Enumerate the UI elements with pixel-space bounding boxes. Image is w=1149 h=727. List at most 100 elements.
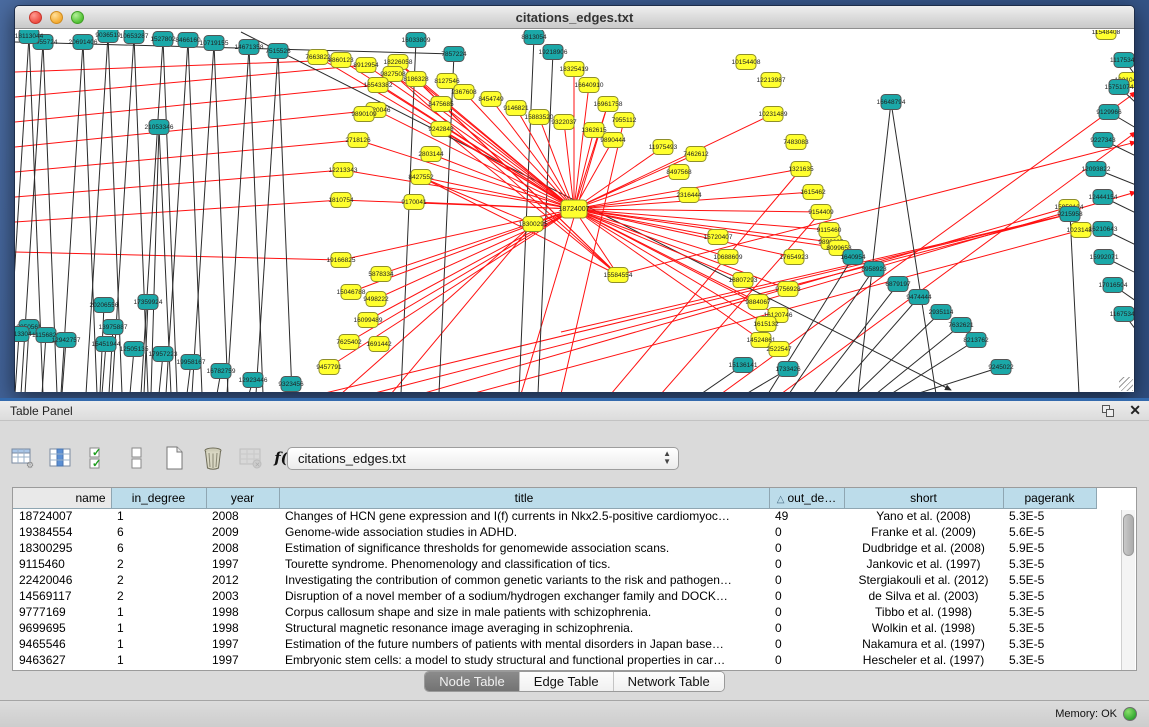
graph-node[interactable]: 8213762 bbox=[963, 333, 989, 348]
table-scrollbar[interactable] bbox=[1121, 510, 1135, 670]
tab-edge-table[interactable]: Edge Table bbox=[519, 672, 613, 691]
graph-node[interactable]: 20206556 bbox=[90, 298, 119, 313]
table-row[interactable]: 946362711997Embryonic stem cells: a mode… bbox=[13, 652, 1096, 668]
graph-node[interactable]: 11975493 bbox=[649, 140, 678, 155]
graph-node[interactable]: 9884067 bbox=[745, 295, 771, 310]
graph-node[interactable]: 1691442 bbox=[366, 337, 392, 352]
graph-node[interactable]: 18807293 bbox=[729, 273, 758, 288]
graph-node[interactable]: 6879197 bbox=[885, 277, 911, 292]
graph-node[interactable]: 9498222 bbox=[363, 292, 389, 307]
graph-node[interactable]: 8186328 bbox=[403, 72, 429, 87]
graph-node[interactable]: 17957223 bbox=[149, 347, 178, 362]
column-header-year[interactable]: year bbox=[206, 488, 279, 508]
citation-network-graph[interactable]: 2405572418113044206914069036519106532871… bbox=[15, 30, 1134, 392]
graph-node[interactable]: 16782759 bbox=[207, 364, 236, 379]
table-row[interactable]: 1830029562008Estimation of significance … bbox=[13, 540, 1096, 556]
graph-node[interactable]: 8454749 bbox=[478, 92, 504, 107]
graph-node[interactable]: 10154408 bbox=[732, 55, 761, 70]
graph-node[interactable]: 9129966 bbox=[1096, 105, 1122, 120]
graph-node[interactable]: 7632621 bbox=[948, 318, 974, 333]
graph-node[interactable]: 16648794 bbox=[877, 95, 906, 110]
delete-table-icon[interactable]: ✕ bbox=[236, 444, 266, 472]
new-document-icon[interactable] bbox=[160, 444, 190, 472]
graph-node[interactable]: 2522547 bbox=[766, 342, 792, 357]
graph-node[interactable]: 1321635 bbox=[788, 162, 814, 177]
table-row[interactable]: 1938455462009Genome-wide association stu… bbox=[13, 524, 1096, 540]
graph-node[interactable]: 7462612 bbox=[683, 147, 709, 162]
graph-node[interactable]: 8497568 bbox=[666, 165, 692, 180]
graph-node[interactable]: 12942757 bbox=[52, 333, 81, 348]
column-header-pagerank[interactable]: pagerank bbox=[1003, 488, 1096, 508]
column-header-short[interactable]: short bbox=[844, 488, 1003, 508]
column-header-out_de[interactable]: △out_de… bbox=[769, 488, 844, 508]
graph-node[interactable]: 9245022 bbox=[988, 360, 1014, 375]
table-row[interactable]: 946554611997Estimation of the future num… bbox=[13, 636, 1096, 652]
graph-node-hub[interactable]: 18724007 bbox=[558, 200, 589, 218]
graph-node[interactable]: 10653287 bbox=[120, 30, 149, 44]
graph-node[interactable]: 15451944 bbox=[92, 337, 121, 352]
graph-node[interactable]: 9170041 bbox=[401, 195, 427, 210]
graph-node[interactable]: 2367608 bbox=[451, 85, 477, 100]
graph-node[interactable]: 9215958 bbox=[1057, 207, 1083, 222]
graph-node[interactable]: 10231489 bbox=[759, 107, 788, 122]
graph-node[interactable]: 9322037 bbox=[551, 115, 577, 130]
graph-node[interactable]: 18325419 bbox=[560, 62, 589, 77]
table-column-icon[interactable] bbox=[46, 444, 76, 472]
graph-node[interactable]: 7955112 bbox=[612, 113, 637, 128]
select-all-icon[interactable]: ✓✓ bbox=[84, 444, 114, 472]
table-scrollbar-thumb[interactable] bbox=[1123, 514, 1134, 556]
graph-node[interactable]: 9115460 bbox=[817, 223, 842, 238]
graph-node[interactable]: 9474444 bbox=[906, 290, 932, 305]
graph-node[interactable]: 17359924 bbox=[134, 295, 163, 310]
graph-node[interactable]: 8912954 bbox=[353, 58, 379, 73]
close-panel-icon[interactable]: ✕ bbox=[1129, 402, 1141, 419]
graph-node[interactable]: 13975887 bbox=[99, 320, 128, 335]
table-row[interactable]: 1872400712008Changes of HCN gene express… bbox=[13, 508, 1096, 524]
table-row[interactable]: 1456911722003Disruption of a novel membe… bbox=[13, 588, 1096, 604]
graph-node[interactable]: 20691406 bbox=[69, 35, 98, 50]
graph-node[interactable]: 9323456 bbox=[278, 377, 304, 392]
unselect-all-icon[interactable] bbox=[122, 444, 152, 472]
network-canvas[interactable]: 2405572418113044206914069036519106532871… bbox=[15, 30, 1134, 392]
resize-grip[interactable] bbox=[1119, 377, 1133, 391]
graph-node[interactable]: 2935114 bbox=[929, 305, 954, 320]
graph-node[interactable]: 16033809 bbox=[402, 33, 431, 48]
table-settings-icon[interactable]: ⚙ bbox=[8, 444, 38, 472]
graph-node[interactable]: 2803144 bbox=[418, 147, 444, 162]
graph-node[interactable]: 9036519 bbox=[95, 30, 121, 43]
graph-node[interactable]: 12093822 bbox=[1082, 162, 1111, 177]
tab-node-table[interactable]: Node Table bbox=[425, 672, 519, 691]
graph-node[interactable]: 2316444 bbox=[676, 188, 702, 203]
graph-node[interactable]: 9890109 bbox=[351, 107, 377, 122]
table-row[interactable]: 977716911998Corpus callosum shape and si… bbox=[13, 604, 1096, 620]
graph-node[interactable]: 17654923 bbox=[780, 250, 809, 265]
graph-node[interactable]: 8466160 bbox=[175, 33, 201, 48]
float-panel-icon[interactable] bbox=[1102, 405, 1115, 417]
graph-node[interactable]: 7857224 bbox=[441, 47, 467, 62]
tab-network-table[interactable]: Network Table bbox=[613, 672, 724, 691]
column-header-title[interactable]: title bbox=[279, 488, 769, 508]
graph-node[interactable]: 2718126 bbox=[345, 133, 371, 148]
graph-node[interactable]: 9457791 bbox=[316, 360, 342, 375]
graph-node[interactable]: 11175344 bbox=[1110, 53, 1134, 68]
table-selector-dropdown[interactable]: citations_edges.txt ▲▼ bbox=[287, 447, 679, 470]
graph-node[interactable]: 8813054 bbox=[521, 30, 547, 45]
graph-node[interactable]: 12213343 bbox=[329, 163, 358, 178]
graph-node[interactable]: 8958923 bbox=[861, 262, 887, 277]
graph-node[interactable]: 10688609 bbox=[714, 250, 743, 265]
table-row[interactable]: 969969511998Structural magnetic resonanc… bbox=[13, 620, 1096, 636]
graph-node[interactable]: 9242848 bbox=[428, 122, 454, 137]
graph-node[interactable]: 5878334 bbox=[368, 267, 394, 282]
graph-node[interactable]: 1640954 bbox=[840, 250, 866, 265]
graph-node[interactable]: 11548408 bbox=[1092, 30, 1121, 40]
graph-node[interactable]: 7515526 bbox=[265, 44, 291, 59]
network-window-titlebar[interactable]: citations_edges.txt bbox=[15, 6, 1134, 29]
graph-node[interactable]: 15584554 bbox=[604, 268, 633, 283]
graph-node[interactable]: 19958167 bbox=[177, 355, 206, 370]
graph-node[interactable]: 17016504 bbox=[1099, 278, 1128, 293]
graph-node[interactable]: 8427552 bbox=[408, 170, 434, 185]
graph-node[interactable]: 8475685 bbox=[428, 97, 454, 112]
graph-node[interactable]: 15046788 bbox=[337, 285, 366, 300]
graph-node[interactable]: 7625402 bbox=[336, 335, 362, 350]
graph-node[interactable]: 12213987 bbox=[757, 73, 786, 88]
